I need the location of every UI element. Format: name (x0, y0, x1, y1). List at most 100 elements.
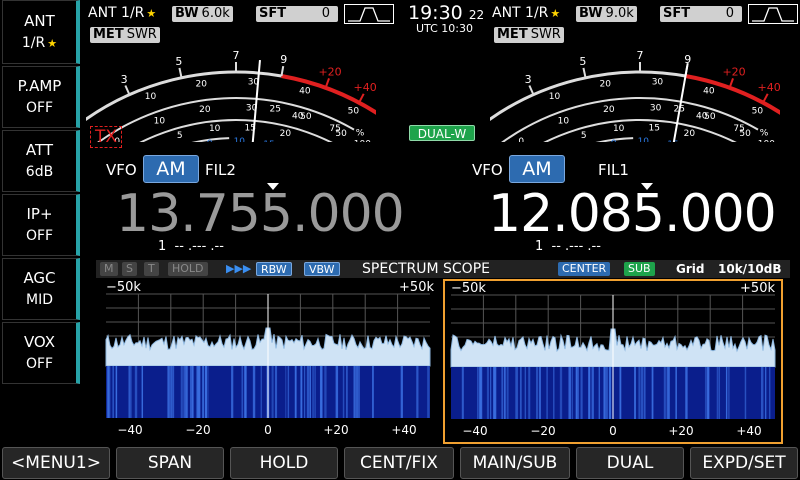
sidebar-preamp-value: OFF (25, 100, 54, 116)
sidebar-att-label: ATT (25, 141, 54, 159)
po-scale-label-top: 40 (703, 87, 715, 97)
x-tick-label: −40 (117, 423, 142, 437)
po-scale-label: 30 (650, 104, 662, 114)
scope-plot: −40 −20 0 +20 +40 (105, 293, 431, 437)
main-filter-label[interactable]: FIL2 (205, 161, 236, 179)
x-tick-label: 0 (609, 424, 617, 438)
sidebar-ant-label: ANT (24, 11, 55, 30)
s-plus-label: +20 (318, 66, 341, 79)
sidebar-att-button[interactable]: ATT 6dB (2, 130, 80, 192)
po-scale-label-top: 40 (299, 87, 311, 97)
pct-letter: % (760, 129, 769, 139)
scope-grid-value: 10k/10dB (718, 262, 782, 276)
comp-scale-label: 15 (263, 140, 274, 142)
sidebar-agc-button[interactable]: AGC MID (2, 258, 80, 320)
s-plus-label: +40 (757, 81, 780, 94)
sft-value: 0 (321, 6, 330, 21)
sub-scope-panel[interactable]: −50k +50k −40 −20 0 +20 +40 (443, 279, 783, 444)
a-scale-label: 100 (354, 140, 371, 142)
sidebar-vox-label: VOX (23, 333, 56, 351)
s-plus-label: +40 (353, 81, 376, 94)
main-bw-chip[interactable]: BW 6.0k (172, 6, 233, 22)
scope-grid-label: Grid (676, 262, 705, 276)
po-scale-label-top: 20 (195, 79, 207, 89)
sub-vfo-label: VFO (472, 161, 503, 179)
main-sub-button[interactable]: MAIN/SUB (460, 447, 570, 479)
sidebar-att-value: 6dB (25, 164, 54, 180)
s-scale-label: 5 (175, 55, 182, 68)
scope-indicator-t: T (144, 262, 159, 276)
vbw-chip[interactable]: VBW (304, 262, 340, 276)
clock-time: 19:30 22 (408, 2, 485, 24)
star-icon: ★ (146, 7, 157, 20)
sidebar-agc-label: AGC (23, 269, 56, 287)
main-sft-chip[interactable]: SFT 0 (256, 6, 338, 22)
a-scale-label: 50 (704, 112, 716, 122)
sub-mode-button[interactable]: AM (509, 155, 565, 183)
span-button[interactable]: SPAN (116, 447, 224, 479)
menu1-button[interactable]: <MENU1> (2, 447, 110, 479)
scope-indicator-m: M (100, 262, 118, 276)
bw-label: BW (175, 6, 199, 21)
main-vfo-label: VFO (106, 161, 137, 179)
x-tick-label: 0 (264, 423, 272, 437)
po-scale-label: 20 (199, 105, 211, 115)
bw-value: 6.0k (201, 6, 230, 21)
comp-scale-label: 0 (207, 139, 213, 142)
expd-set-button[interactable]: EXPD/SET (690, 447, 798, 479)
po-scale-label-top: 50 (752, 106, 764, 116)
sft-label: SFT (663, 6, 691, 21)
sidebar-vox-button[interactable]: VOX OFF (2, 322, 80, 384)
sidebar-vox-value: OFF (25, 356, 54, 372)
sidebar-preamp-button[interactable]: P.AMP OFF (2, 66, 80, 128)
scope-status-bar: M S T HOLD ▶▶▶ RBW VBW SPECTRUM SCOPE CE… (96, 260, 790, 278)
po-scale-label: 20 (603, 105, 615, 115)
spectrum-scope[interactable]: M S T HOLD ▶▶▶ RBW VBW SPECTRUM SCOPE CE… (96, 260, 790, 444)
comp-scale-label: 10 (638, 137, 650, 142)
main-scope-panel[interactable]: −50k +50k −40 −20 0 +20 +40 (100, 280, 440, 444)
swr-scale-label: ∞ (245, 141, 253, 142)
scope-center-mode[interactable]: CENTER (558, 262, 611, 276)
main-frequency[interactable]: 13.755.000 (116, 184, 405, 244)
dual-button[interactable]: DUAL (576, 447, 684, 479)
sub-bw-chip[interactable]: BW 9.0k (576, 6, 637, 22)
po-scale-label: 10 (558, 117, 570, 127)
po-scale-label: 10 (154, 117, 166, 127)
id-scale-label: 10 (613, 124, 625, 134)
meter-face: 13579+20+40+60dBSPo010203040501020304050… (34, 49, 417, 195)
function-sidebar: ANT 1/R ★ P.AMP OFF ATT 6dB IP+ OFF AGC M… (0, 0, 84, 444)
cent-fix-button[interactable]: CENT/FIX (344, 447, 454, 479)
clock-seconds: 22 (468, 8, 485, 22)
a-scale-label: 75 (329, 124, 340, 134)
scope-plot: −40 −20 0 +20 +40 (450, 294, 776, 438)
s-scale-label: 3 (121, 73, 128, 86)
comp-scale-label: 10 (234, 137, 246, 142)
sidebar-ant-button[interactable]: ANT 1/R ★ (2, 0, 80, 64)
softkey-bar: <MENU1> SPAN HOLD CENT/FIX MAIN/SUB DUAL… (0, 447, 800, 480)
main-antenna-label: ANT 1/R ★ (88, 5, 157, 21)
s-plus-label: +20 (722, 66, 745, 79)
hold-button[interactable]: HOLD (230, 447, 338, 479)
main-mode-button[interactable]: AM (143, 155, 199, 183)
po-scale-label-top: 10 (549, 92, 561, 102)
s-scale-label: 7 (233, 49, 240, 62)
swr-scale-label: 3 (624, 141, 630, 142)
s-scale-tick (528, 85, 535, 96)
sub-antenna-label: ANT 1/R ★ (492, 5, 561, 21)
sub-sft-chip[interactable]: SFT 0 (660, 6, 742, 22)
id-scale-label: 5 (177, 131, 183, 141)
sidebar-ipplus-button[interactable]: IP+ OFF (2, 194, 80, 256)
sidebar-preamp-label: P.AMP (17, 77, 62, 95)
scope-indicator-s: S (122, 262, 137, 276)
sft-label: SFT (259, 6, 287, 21)
meter-face: 13579+20+40+60dBSPo010203040501020304050… (438, 49, 800, 195)
x-tick-label: −20 (185, 423, 210, 437)
sub-frequency[interactable]: 12.085.000 (488, 184, 777, 244)
po-scale-label-top: 30 (652, 78, 664, 88)
sub-filter-label[interactable]: FIL1 (598, 161, 629, 179)
scope-title: SPECTRUM SCOPE (362, 261, 490, 277)
a-scale-label: 100 (758, 140, 775, 142)
star-icon: ★ (550, 7, 561, 20)
rbw-chip[interactable]: RBW (256, 262, 292, 276)
scope-sub-indicator[interactable]: SUB (624, 262, 655, 276)
